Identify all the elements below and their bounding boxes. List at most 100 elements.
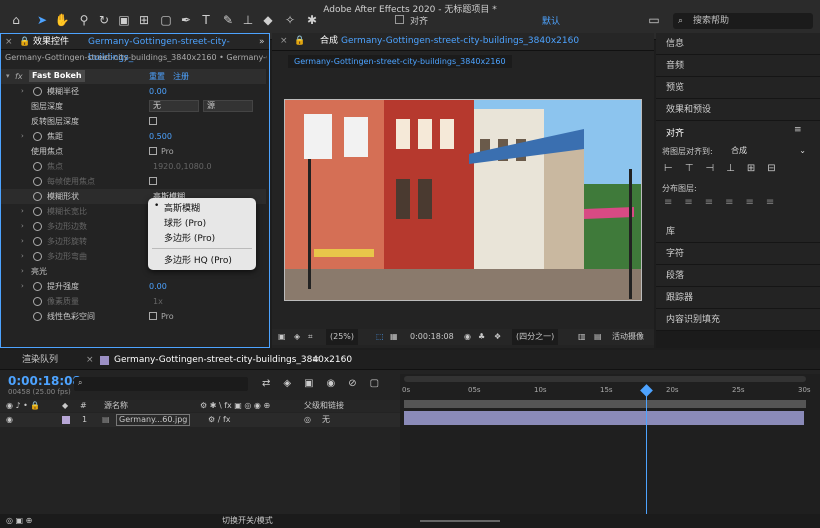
layer-depth-source-select[interactable]: 源: [203, 100, 253, 112]
mask-icon[interactable]: ◈: [294, 329, 300, 345]
eraser-tool-icon[interactable]: ◆: [260, 12, 276, 28]
layer-visibility-icon[interactable]: ◉: [6, 413, 13, 427]
menu-item-sphere[interactable]: 球形 (Pro): [164, 216, 206, 229]
align-to-select[interactable]: 合成 ⌄: [728, 145, 808, 157]
view-options-icon[interactable]: ▤: [594, 329, 602, 345]
timeline-switches-row[interactable]: ⇄◈▣◉⊘▢: [262, 378, 392, 389]
time-navigator[interactable]: [404, 376, 806, 382]
expand-triangle-icon[interactable]: ›: [21, 219, 24, 234]
timeline-close-icon[interactable]: ×: [86, 350, 94, 370]
effect-property-row[interactable]: 焦点 1920.0,1080.0: [1, 159, 266, 174]
stopwatch-icon[interactable]: [33, 87, 42, 96]
tab-composition[interactable]: 合成: [320, 33, 338, 49]
expand-triangle-icon[interactable]: ›: [21, 129, 24, 144]
right-panel-item[interactable]: 信息: [656, 33, 820, 55]
transparency-grid-icon[interactable]: ▦: [390, 329, 398, 345]
comp-close-icon[interactable]: ×: [280, 33, 288, 49]
right-panel-item[interactable]: 字符: [656, 243, 820, 265]
type-tool-icon[interactable]: T: [198, 12, 214, 28]
right-panel-item[interactable]: 跟踪器: [656, 287, 820, 309]
work-area-bar[interactable]: [404, 400, 806, 408]
toggle-switches-modes[interactable]: 切换开关/模式: [222, 514, 273, 528]
effect-property-row[interactable]: 像素质量 1x: [1, 294, 266, 309]
align-checkbox[interactable]: [395, 15, 404, 24]
fx-icon[interactable]: fx: [15, 69, 23, 84]
brush-tool-icon[interactable]: ✎: [220, 12, 236, 28]
collapse-triangle-icon[interactable]: ▾: [6, 69, 10, 84]
expand-triangle-icon[interactable]: ›: [21, 249, 24, 264]
stopwatch-icon[interactable]: [33, 162, 42, 171]
search-help-input[interactable]: ⌕ 搜索帮助: [673, 13, 813, 29]
lock-icon[interactable]: 🔒: [19, 34, 30, 50]
layer-row[interactable]: ◉ 1 ▤ Germany...60.jpg ⚙ / fx ◎ 无: [0, 413, 400, 427]
timeline-search-input[interactable]: ⌕: [74, 377, 248, 391]
hand-tool-icon[interactable]: ✋: [54, 12, 70, 28]
panel-expand-icon[interactable]: »: [259, 34, 265, 50]
stopwatch-icon[interactable]: [33, 282, 42, 291]
effect-property-row[interactable]: 线性色彩空间 Pro: [1, 309, 266, 324]
resolution-select[interactable]: (四分之一): [512, 329, 559, 345]
rectangle-tool-icon[interactable]: ▢: [158, 12, 174, 28]
current-time-indicator[interactable]: [646, 386, 647, 526]
always-preview-icon[interactable]: ▣: [278, 329, 286, 345]
right-panel-item[interactable]: 库: [656, 221, 820, 243]
snapshot-icon[interactable]: ◉: [464, 329, 471, 345]
timeline-timecode[interactable]: 0:00:18:08: [8, 374, 81, 388]
timeline-menu-icon[interactable]: ≡: [312, 350, 320, 370]
align-menu-icon[interactable]: ≡: [794, 125, 802, 135]
property-checkbox[interactable]: [149, 312, 157, 320]
camera-select[interactable]: 活动摄像: [612, 329, 644, 345]
effect-property-row[interactable]: › 焦距 0.500: [1, 129, 266, 144]
menu-item-gaussian[interactable]: 高斯模糊: [164, 201, 200, 214]
fast-preview-icon[interactable]: ▥: [578, 329, 586, 345]
show-snapshot-icon[interactable]: ♣: [478, 329, 485, 345]
selection-tool-icon[interactable]: ➤: [34, 12, 50, 28]
distribute-buttons-row[interactable]: ≡≡≡≡≡≡: [664, 197, 814, 209]
stopwatch-icon[interactable]: [33, 312, 42, 321]
viewer-timecode[interactable]: 0:00:18:08: [410, 329, 454, 345]
effect-property-row[interactable]: 图层深度 无源: [1, 99, 266, 114]
effect-header-row[interactable]: ▾ fx Fast Bokeh 重置 注册: [1, 69, 266, 84]
zoom-select[interactable]: (25%): [326, 329, 359, 345]
right-panel-item[interactable]: 效果和预设: [656, 99, 820, 121]
layer-duration-bar[interactable]: [404, 411, 804, 425]
property-value[interactable]: 1920.0,1080.0: [153, 159, 212, 174]
zoom-tool-icon[interactable]: ⚲: [76, 12, 92, 28]
col-parent[interactable]: 父级和链接: [304, 400, 344, 412]
stopwatch-icon[interactable]: [33, 297, 42, 306]
layer-parent-select[interactable]: 无: [322, 413, 330, 427]
expand-triangle-icon[interactable]: ›: [21, 204, 24, 219]
comp-tab-name[interactable]: Germany-Gottingen-street-city-buildings_…: [341, 33, 579, 49]
property-checkbox[interactable]: [149, 177, 157, 185]
menu-item-polygon-hq[interactable]: 多边形 HQ (Pro): [164, 253, 232, 266]
zoom-slider[interactable]: [420, 520, 500, 522]
tab-effect-controls[interactable]: 效果控件: [33, 34, 69, 50]
col-source-name[interactable]: 源名称: [104, 400, 128, 412]
effect-property-row[interactable]: 使用焦点 Pro: [1, 144, 266, 159]
reset-link[interactable]: 重置: [149, 69, 165, 84]
effect-property-row[interactable]: 每帧使用焦点: [1, 174, 266, 189]
camera-tool-icon[interactable]: ▣: [116, 12, 132, 28]
property-value[interactable]: 0.500: [149, 129, 172, 144]
property-value[interactable]: 0.00: [149, 279, 167, 294]
stopwatch-icon[interactable]: [33, 237, 42, 246]
register-link[interactable]: 注册: [173, 69, 189, 84]
property-value[interactable]: 0.00: [149, 84, 167, 99]
stopwatch-icon[interactable]: [33, 132, 42, 141]
comp-lock-icon[interactable]: 🔒: [294, 33, 305, 49]
layer-switches[interactable]: ⚙ / fx: [208, 413, 231, 427]
tab-render-queue[interactable]: 渲染队列: [22, 350, 58, 370]
property-checkbox[interactable]: [149, 147, 157, 155]
property-checkbox[interactable]: [149, 117, 157, 125]
workspace-menu-icon[interactable]: ▭: [646, 12, 662, 28]
align-buttons-row[interactable]: ⊢⊤⊣⊥⊞⊟: [664, 163, 814, 175]
comp-subtab[interactable]: Germany-Gottingen-street-city-buildings_…: [288, 55, 512, 68]
stopwatch-icon[interactable]: [33, 222, 42, 231]
rotate-tool-icon[interactable]: ↻: [96, 12, 112, 28]
pen-tool-icon[interactable]: ✒: [178, 12, 194, 28]
footer-icons[interactable]: ◎ ▣ ⊕: [6, 514, 32, 528]
current-time-indicator-head[interactable]: [640, 384, 653, 397]
effect-property-row[interactable]: 反转图层深度: [1, 114, 266, 129]
stopwatch-icon[interactable]: [33, 252, 42, 261]
expand-triangle-icon[interactable]: ›: [21, 84, 24, 99]
